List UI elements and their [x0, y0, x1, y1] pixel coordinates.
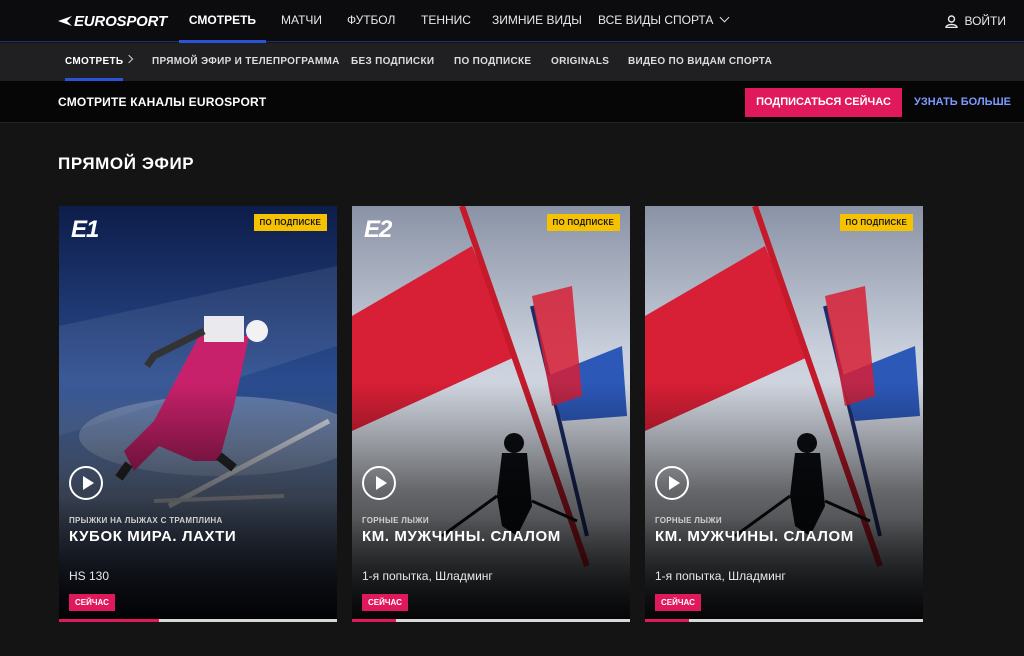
logo-text: EUROSPORT: [74, 12, 167, 30]
subnav-video-by-sport[interactable]: ВИДЕО ПО ВИДАМ СПОРТА: [628, 43, 772, 81]
user-icon: [945, 14, 959, 28]
live-now-badge: СЕЙЧАС: [69, 594, 115, 611]
nav-matches[interactable]: МАТЧИ: [281, 0, 322, 42]
play-icon[interactable]: [69, 466, 103, 500]
subnav-free[interactable]: БЕЗ ПОДПИСКИ: [351, 43, 434, 81]
nav-tennis[interactable]: ТЕННИС: [421, 0, 471, 42]
subscription-badge: ПО ПОДПИСКЕ: [253, 214, 327, 231]
progress-bar: [352, 619, 630, 622]
live-card-e1[interactable]: E1 ПО ПОДПИСКЕ ПРЫЖКИ НА ЛЫЖАХ С ТРАМПЛИ…: [59, 206, 337, 622]
progress-bar: [645, 619, 923, 622]
progress-fill: [352, 619, 397, 622]
nav-all-sports[interactable]: ВСЕ ВИДЫ СПОРТА: [598, 0, 730, 42]
card-detail: HS 130: [69, 569, 110, 583]
live-now-badge: СЕЙЧАС: [362, 594, 408, 611]
subnav-subscription[interactable]: ПО ПОДПИСКЕ: [454, 43, 531, 81]
card-sport: ГОРНЫЕ ЛЫЖИ: [655, 516, 722, 525]
card-detail: 1-я попытка, Шладминг: [362, 569, 493, 583]
learn-more-link[interactable]: УЗНАТЬ БОЛЬШЕ: [914, 81, 1011, 123]
card-event-title: КМ. МУЖЧИНЫ. СЛАЛОМ: [655, 528, 854, 545]
card-detail: 1-я попытка, Шладминг: [655, 569, 786, 583]
channel-logo-e1: E1: [71, 216, 99, 243]
nav-football[interactable]: ФУТБОЛ: [347, 0, 395, 42]
card-gradient: [645, 382, 923, 622]
eurosport-logo[interactable]: EUROSPORT: [58, 11, 167, 31]
top-navigation: EUROSPORT СМОТРЕТЬ МАТЧИ ФУТБОЛ ТЕННИС З…: [0, 0, 1024, 43]
subscription-badge: ПО ПОДПИСКЕ: [839, 214, 913, 231]
subnav-live-tv-guide[interactable]: ПРЯМОЙ ЭФИР И ТЕЛЕПРОГРАММА: [152, 43, 340, 81]
chevron-down-icon: [719, 12, 730, 23]
progress-bar: [59, 619, 337, 622]
promo-bar: СМОТРИТЕ КАНАЛЫ EUROSPORT ПОДПИСАТЬСЯ СЕ…: [0, 81, 1024, 123]
nav-all-sports-label: ВСЕ ВИДЫ СПОРТА: [598, 13, 714, 27]
live-now-badge: СЕЙЧАС: [655, 594, 701, 611]
nav-watch[interactable]: СМОТРЕТЬ: [179, 0, 266, 43]
play-icon[interactable]: [362, 466, 396, 500]
progress-fill: [59, 619, 160, 622]
live-card-3[interactable]: ПО ПОДПИСКЕ ГОРНЫЕ ЛЫЖИ КМ. МУЖЧИНЫ. СЛА…: [645, 206, 923, 622]
channel-logo-e2: E2: [364, 216, 392, 243]
nav-winter-sports[interactable]: ЗИМНИЕ ВИДЫ: [492, 0, 582, 42]
progress-fill: [645, 619, 690, 622]
eurosport-star-icon: [58, 16, 72, 26]
card-sport: ПРЫЖКИ НА ЛЫЖАХ С ТРАМПЛИНА: [69, 516, 223, 525]
play-icon[interactable]: [655, 466, 689, 500]
live-card-e2[interactable]: E2 ПО ПОДПИСКЕ ГОРНЫЕ ЛЫЖИ КМ. МУЖЧИНЫ. …: [352, 206, 630, 622]
card-event-title: КУБОК МИРА. ЛАХТИ: [69, 528, 237, 545]
promo-text: СМОТРИТЕ КАНАЛЫ EUROSPORT: [58, 95, 267, 109]
subnav-originals[interactable]: ORIGINALS: [551, 43, 609, 81]
subnav-watch[interactable]: СМОТРЕТЬ: [65, 43, 124, 81]
login-label: ВОЙТИ: [964, 14, 1006, 28]
subscription-badge: ПО ПОДПИСКЕ: [546, 214, 620, 231]
subscribe-button[interactable]: ПОДПИСАТЬСЯ СЕЙЧАС: [745, 88, 902, 117]
card-gradient: [59, 382, 337, 622]
sub-navigation: СМОТРЕТЬ ПРЯМОЙ ЭФИР И ТЕЛЕПРОГРАММА БЕЗ…: [0, 43, 1024, 81]
section-title: ПРЯМОЙ ЭФИР: [58, 154, 195, 173]
login-button[interactable]: ВОЙТИ: [945, 0, 1006, 42]
card-sport: ГОРНЫЕ ЛЫЖИ: [362, 516, 429, 525]
card-gradient: [352, 382, 630, 622]
card-event-title: КМ. МУЖЧИНЫ. СЛАЛОМ: [362, 528, 561, 545]
